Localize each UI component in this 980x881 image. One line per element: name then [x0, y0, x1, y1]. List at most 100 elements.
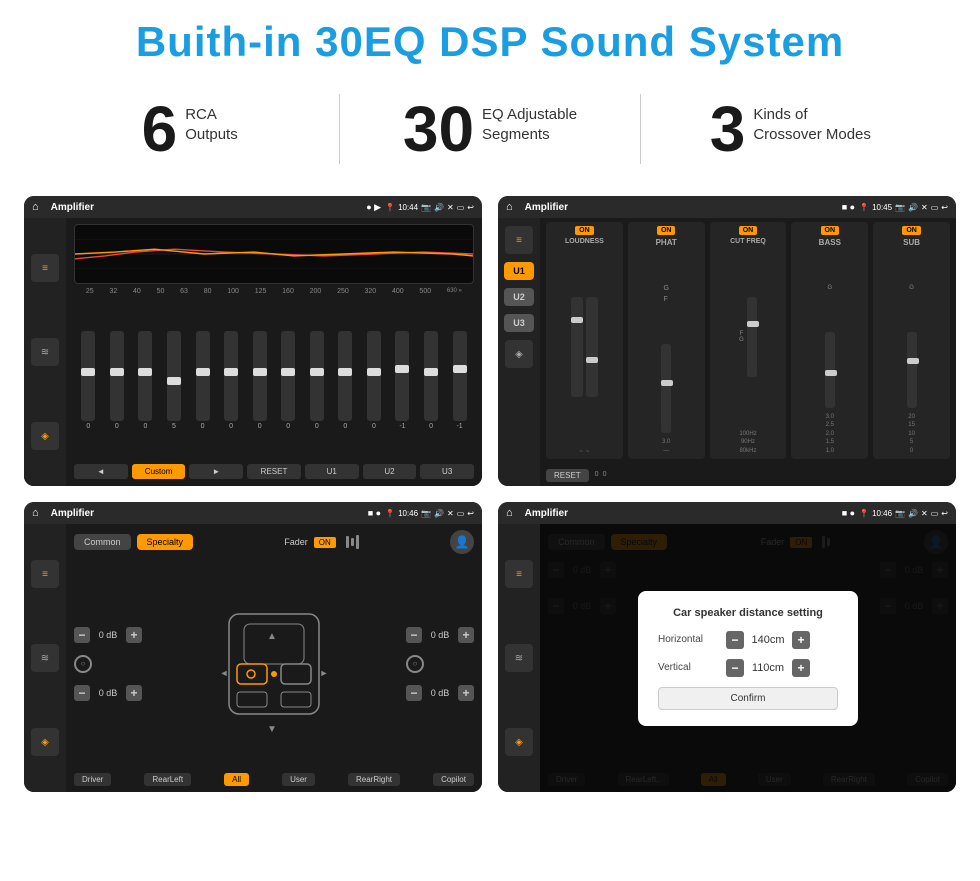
fader-side-btn-3[interactable]: ◈: [31, 728, 59, 756]
top-right-minus[interactable]: −: [406, 627, 422, 643]
cross-side-btn-2[interactable]: ◈: [505, 340, 533, 368]
bottom-left-plus[interactable]: +: [126, 685, 142, 701]
stats-row: 6 RCAOutputs 30 EQ AdjustableSegments 3 …: [0, 76, 980, 186]
home-icon-1: ⌂: [32, 201, 39, 213]
bottom-right-val: 0 dB: [426, 688, 454, 698]
top-right-plus[interactable]: +: [458, 627, 474, 643]
confirm-btn[interactable]: Confirm: [658, 687, 838, 710]
col-sub: ON SUB G 20151050: [873, 222, 950, 459]
fader-side-btn-1[interactable]: ≡: [31, 560, 59, 588]
speaker-circle-1: ○: [74, 655, 92, 673]
common-tab[interactable]: Common: [74, 534, 131, 550]
eq-u3-btn[interactable]: U3: [420, 464, 474, 479]
rearleft-btn[interactable]: RearLeft: [144, 773, 191, 786]
loudness-slider-2[interactable]: [586, 297, 598, 397]
screen-crossover: ⌂ Amplifier ■ ● 📍 10:45 📷 🔊 ✕ ▭ ↩ ≡ U1 U…: [498, 196, 956, 486]
fader-bottom-labels: Driver RearLeft All User RearRight Copil…: [74, 773, 474, 786]
sub-slider[interactable]: [907, 332, 917, 409]
bottom-right-minus[interactable]: −: [406, 685, 422, 701]
crossover-main: ON LOUDNESS ~~: [540, 218, 956, 486]
modal-row-vertical: Vertical − 110cm +: [658, 659, 838, 677]
u2-btn[interactable]: U2: [504, 288, 534, 306]
u3-btn[interactable]: U3: [504, 314, 534, 332]
speaker-circle-2: ○: [406, 655, 424, 673]
eq-slider-9: 0: [338, 331, 352, 430]
eq-side-btn-2[interactable]: ≋: [31, 338, 59, 366]
specialty-tab[interactable]: Specialty: [137, 534, 194, 550]
screen2-status-icons: 📍 10:45 📷 🔊 ✕ ▭ ↩: [859, 203, 948, 212]
top-left-minus[interactable]: −: [74, 627, 90, 643]
x-icon-1: ✕: [447, 203, 454, 212]
phat-slider[interactable]: [661, 344, 671, 433]
screen-fader: ⌂ Amplifier ■ ● 📍 10:46 📷 🔊 ✕ ▭ ↩ ≡ ≋ ◈ …: [24, 502, 482, 792]
eq-next-btn[interactable]: ►: [189, 464, 243, 479]
right-db-controls: − 0 dB + ○ − 0 dB +: [406, 627, 474, 701]
bottom-right-plus[interactable]: +: [458, 685, 474, 701]
on-badge-loudness: ON: [575, 226, 594, 235]
left-speaker-icon: ○: [74, 655, 142, 673]
eq-prev-btn[interactable]: ◄: [74, 464, 128, 479]
screen3-time: 10:46: [398, 509, 418, 518]
top-left-plus[interactable]: +: [126, 627, 142, 643]
loudness-slider-1[interactable]: [571, 297, 583, 397]
dist-side-btn-2[interactable]: ≋: [505, 644, 533, 672]
person-icon: 👤: [450, 530, 474, 554]
fader-side-btn-2[interactable]: ≋: [31, 644, 59, 672]
back-icon-4: ↩: [941, 509, 948, 518]
cutfreq-slider[interactable]: [747, 297, 757, 377]
bottom-left-minus[interactable]: −: [74, 685, 90, 701]
screen2-time: 10:45: [872, 203, 892, 212]
eq-u1-btn[interactable]: U1: [305, 464, 359, 479]
user-btn[interactable]: User: [282, 773, 315, 786]
vol-icon-2: 🔊: [908, 203, 918, 212]
svg-text:◄: ◄: [220, 668, 229, 678]
home-icon-2: ⌂: [506, 201, 513, 213]
home-icon-3: ⌂: [32, 507, 39, 519]
eq-side-btn-1[interactable]: ≡: [31, 254, 59, 282]
eq-reset-btn[interactable]: RESET: [247, 464, 301, 479]
on-badge-bass: ON: [821, 226, 840, 235]
batt-icon-3: ▭: [457, 509, 465, 518]
on-badge-phat: ON: [657, 226, 676, 235]
home-icon-4: ⌂: [506, 507, 513, 519]
rearright-btn[interactable]: RearRight: [348, 773, 400, 786]
left-db-controls: − 0 dB + ○ − 0 dB +: [74, 627, 142, 701]
driver-btn[interactable]: Driver: [74, 773, 111, 786]
stat-eq: 30 EQ AdjustableSegments: [360, 97, 619, 161]
cross-side-btn-1[interactable]: ≡: [505, 226, 533, 254]
horizontal-minus-btn[interactable]: −: [726, 631, 744, 649]
eq-u2-btn[interactable]: U2: [363, 464, 417, 479]
crossover-reset-btn[interactable]: RESET: [546, 469, 589, 482]
fader-sidebar: ≡ ≋ ◈: [24, 524, 66, 792]
eq-slider-1: 0: [110, 331, 124, 430]
screen2-body: ≡ U1 U2 U3 ◈ ON LOUDNESS: [498, 218, 956, 486]
page-title: Buith-in 30EQ DSP Sound System: [20, 18, 960, 66]
eq-slider-4: 0: [196, 331, 210, 430]
status-bar-1: ⌂ Amplifier ● ▶ 📍 10:44 📷 🔊 ✕ ▭ ↩: [24, 196, 482, 218]
screen2-dots: ■ ●: [842, 202, 855, 212]
horizontal-plus-btn[interactable]: +: [792, 631, 810, 649]
u1-btn[interactable]: U1: [504, 262, 534, 280]
bass-freq-labels: 3.02.52.01.51.0: [826, 413, 834, 455]
dist-side-btn-3[interactable]: ◈: [505, 728, 533, 756]
svg-text:▼: ▼: [267, 724, 277, 735]
col-loudness: ON LOUDNESS ~~: [546, 222, 623, 459]
eq-slider-6: 0: [253, 331, 267, 430]
eq-sliders: 0 0 0 5 0: [74, 299, 474, 461]
col-phat: ON PHAT G F 3.0—: [628, 222, 705, 459]
copilot-btn[interactable]: Copilot: [433, 773, 474, 786]
batt-icon-2: ▭: [931, 203, 939, 212]
horizontal-value: 140cm: [748, 634, 788, 646]
screen-distance: ⌂ Amplifier ■ ● 📍 10:46 📷 🔊 ✕ ▭ ↩ ≡ ≋ ◈: [498, 502, 956, 792]
eq-custom-btn[interactable]: Custom: [132, 464, 186, 479]
back-icon-2: ↩: [941, 203, 948, 212]
eq-slider-2: 0: [138, 331, 152, 430]
vol-icon-4: 🔊: [908, 509, 918, 518]
eq-side-btn-3[interactable]: ◈: [31, 422, 59, 450]
vertical-minus-btn[interactable]: −: [726, 659, 744, 677]
all-btn[interactable]: All: [224, 773, 249, 786]
bass-slider[interactable]: [825, 332, 835, 409]
vertical-plus-btn[interactable]: +: [792, 659, 810, 677]
dist-side-btn-1[interactable]: ≡: [505, 560, 533, 588]
eq-slider-3: 5: [167, 331, 181, 430]
